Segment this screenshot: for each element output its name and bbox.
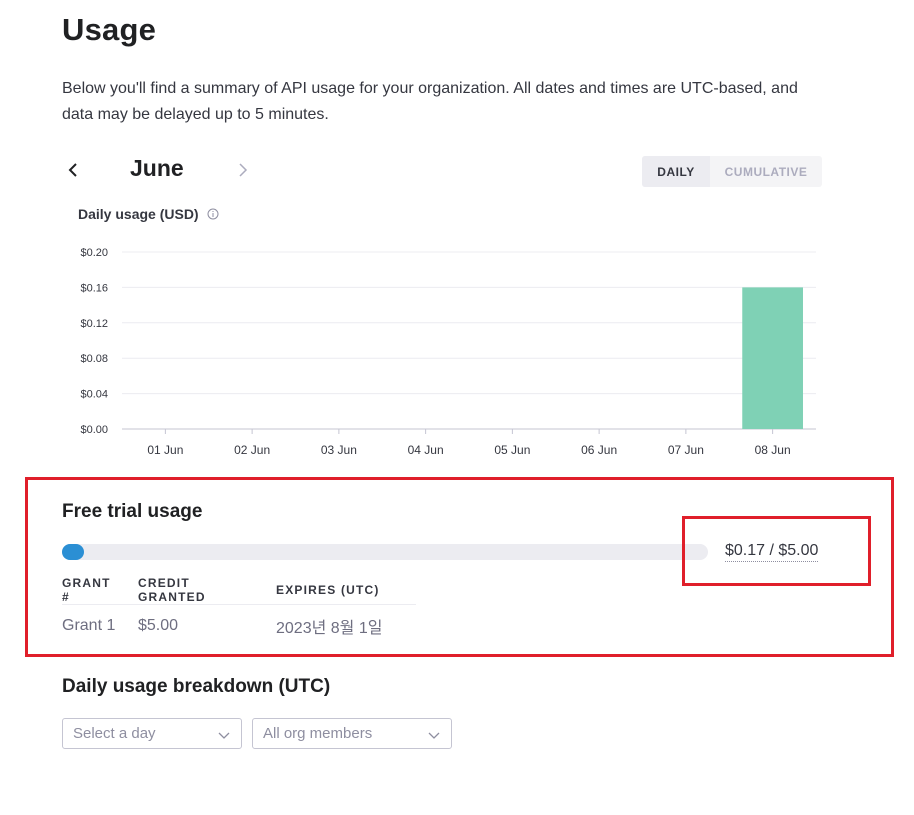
- day-select[interactable]: Select a day: [62, 718, 242, 749]
- org-members-select[interactable]: All org members: [252, 718, 452, 749]
- x-tick-label: 03 Jun: [321, 443, 357, 457]
- y-tick-label: $0.00: [80, 424, 108, 436]
- day-select-value: Select a day: [73, 725, 156, 742]
- next-month-button[interactable]: [232, 156, 254, 184]
- x-tick-label: 01 Jun: [147, 443, 183, 457]
- y-tick-label: $0.04: [80, 389, 108, 401]
- breakdown-title: Daily usage breakdown (UTC): [62, 676, 331, 697]
- free-trial-title: Free trial usage: [62, 501, 203, 522]
- month-navigation: June: [62, 152, 262, 188]
- y-tick-label: $0.08: [80, 353, 108, 365]
- bar: [742, 287, 803, 429]
- org-members-select-value: All org members: [263, 725, 373, 742]
- grant-number-header: GRANT #: [62, 576, 138, 605]
- x-tick-label: 02 Jun: [234, 443, 270, 457]
- free-trial-progress-fill: [62, 544, 84, 560]
- daily-toggle-button[interactable]: DAILY: [642, 156, 710, 187]
- info-icon[interactable]: [207, 208, 219, 220]
- chevron-left-icon: [68, 163, 77, 177]
- y-tick-label: $0.16: [80, 282, 108, 294]
- view-toggle: DAILY CUMULATIVE: [642, 156, 822, 187]
- y-tick-label: $0.20: [80, 247, 108, 259]
- expires-header: EXPIRES (UTC): [276, 576, 416, 605]
- y-tick-label: $0.12: [80, 318, 108, 330]
- x-tick-label: 08 Jun: [755, 443, 791, 457]
- page-description: Below you'll find a summary of API usage…: [62, 80, 798, 123]
- chart-title: Daily usage (USD): [78, 206, 219, 222]
- expires-cell: 2023년 8월 1일: [276, 619, 383, 637]
- grant-table-header: GRANT # CREDIT GRANTED EXPIRES (UTC): [62, 576, 416, 605]
- grant-table: GRANT # CREDIT GRANTED EXPIRES (UTC) Gra…: [62, 576, 416, 643]
- credit-granted-header: CREDIT GRANTED: [138, 576, 276, 605]
- free-trial-amount[interactable]: $0.17 / $5.00: [725, 542, 819, 562]
- previous-month-button[interactable]: [62, 156, 84, 184]
- daily-usage-chart: $0.00 $0.04 $0.08 $0.12 $0.16 $0.20 01 Jun 02 J…: [80, 247, 816, 457]
- cumulative-toggle-button[interactable]: CUMULATIVE: [710, 156, 822, 187]
- chart-title-text: Daily usage (USD): [78, 206, 199, 222]
- x-tick-label: 05 Jun: [494, 443, 530, 457]
- x-tick-label: 04 Jun: [408, 443, 444, 457]
- chevron-down-icon: [218, 732, 230, 739]
- chevron-down-icon: [428, 732, 440, 739]
- table-row: Grant 1 $5.00 2023년 8월 1일: [62, 605, 416, 643]
- free-trial-progress-bar: [62, 544, 708, 560]
- credit-granted-cell: $5.00: [138, 616, 179, 634]
- chevron-right-icon: [239, 163, 248, 177]
- x-tick-label: 07 Jun: [668, 443, 704, 457]
- month-label: June: [130, 155, 184, 181]
- page-title: Usage: [62, 12, 157, 47]
- x-tick-label: 06 Jun: [581, 443, 617, 457]
- grant-number-cell: Grant 1: [62, 616, 116, 634]
